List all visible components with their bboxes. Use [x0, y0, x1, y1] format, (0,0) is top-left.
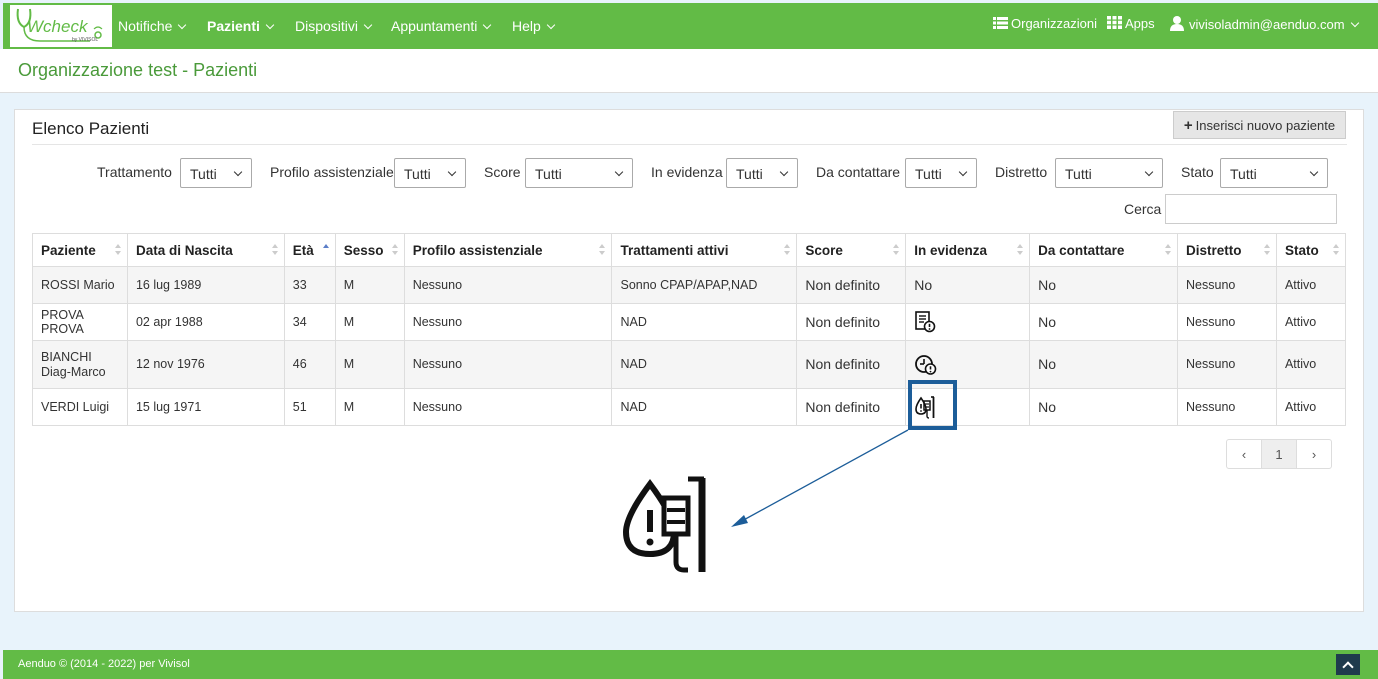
- chevron-down-icon: [363, 20, 373, 30]
- chevron-down-icon: [1350, 18, 1359, 28]
- chevron-down-icon: [265, 20, 275, 30]
- nav-label: Help: [512, 18, 541, 34]
- drop-alert-icon-enlarged: [622, 476, 706, 573]
- nav-organizzazioni[interactable]: Organizzazioni: [993, 16, 1097, 31]
- nav-apps[interactable]: Apps: [1107, 16, 1155, 31]
- nav-label: Dispositivi: [295, 18, 359, 34]
- nav-label: Appuntamenti: [391, 18, 478, 34]
- nav-notifiche[interactable]: Notifiche: [118, 18, 187, 34]
- page-header: Organizzazione test - Pazienti: [0, 49, 1378, 93]
- nav-help[interactable]: Help: [512, 18, 556, 34]
- scroll-to-top-button[interactable]: [1336, 654, 1360, 675]
- user-menu[interactable]: vivisoladmin@aenduo.com: [1170, 16, 1359, 32]
- list-icon: [993, 17, 1008, 29]
- footer-text: Aenduo © (2014 - 2022) per Vivisol: [18, 658, 190, 670]
- nav-appuntamenti[interactable]: Appuntamenti: [391, 18, 492, 34]
- organizations-label: Organizzazioni: [1011, 16, 1097, 31]
- nav-pazienti[interactable]: Pazienti: [207, 18, 275, 34]
- chevron-down-icon: [483, 20, 492, 30]
- nav-label: Notifiche: [118, 18, 173, 34]
- nav-label: Pazienti: [207, 18, 260, 34]
- chevron-down-icon: [546, 20, 556, 30]
- grid-icon: [1107, 16, 1122, 29]
- apps-label: Apps: [1125, 16, 1155, 31]
- nav-dispositivi[interactable]: Dispositivi: [295, 18, 373, 34]
- chevron-down-icon: [178, 20, 187, 30]
- footer: Aenduo © (2014 - 2022) per Vivisol: [3, 650, 1378, 679]
- page-title: Organizzazione test - Pazienti: [18, 60, 258, 80]
- chevron-up-icon: [1342, 660, 1354, 673]
- user-email: vivisoladmin@aenduo.com: [1189, 17, 1345, 32]
- logo-subtitle: by VIVISOL: [72, 37, 99, 43]
- logo-text: Wcheck: [27, 17, 88, 36]
- logo[interactable]: Wcheck by VIVISOL: [10, 5, 112, 47]
- top-navbar: Wcheck by VIVISOL Notifiche Pazienti Dis…: [3, 3, 1378, 49]
- patients-panel: Elenco Pazienti + Inserisci nuovo pazient…: [14, 109, 1364, 612]
- user-icon: [1170, 16, 1184, 31]
